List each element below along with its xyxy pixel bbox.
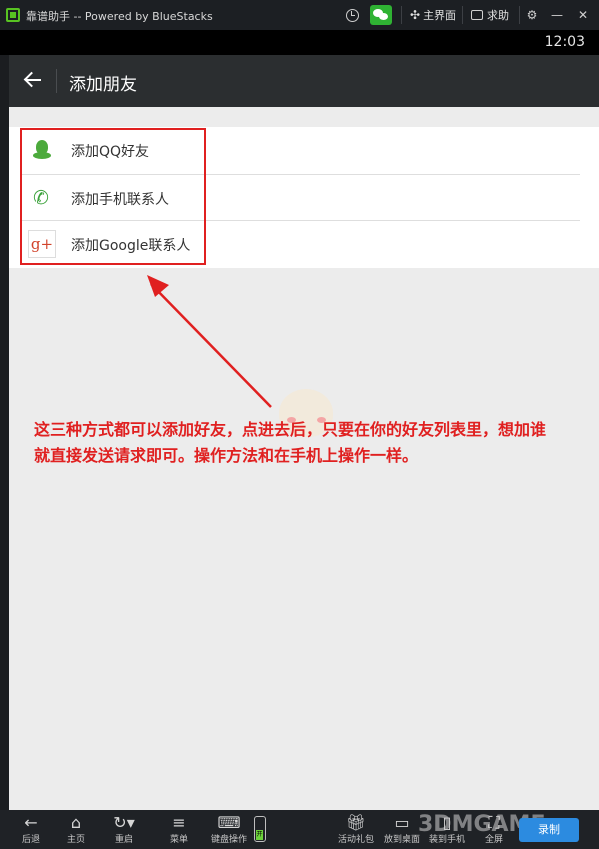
status-time: 12:03 bbox=[544, 34, 585, 50]
home-screen-button[interactable]: ✣ 主界面 bbox=[410, 0, 456, 30]
home-screen-label: 主界面 bbox=[423, 9, 457, 22]
window-title: 靠谱助手 -- Powered by BlueStacks bbox=[26, 10, 213, 23]
clock-icon bbox=[346, 8, 359, 22]
back-arrow-icon[interactable] bbox=[23, 69, 45, 91]
history-button[interactable] bbox=[346, 0, 359, 30]
app-logo-icon bbox=[6, 8, 20, 22]
nav-back-button[interactable]: ← 后退 bbox=[8, 812, 54, 846]
action-bar-divider bbox=[56, 69, 57, 93]
back-arrow-icon: ← bbox=[24, 813, 38, 832]
annotation-text: 这三种方式都可以添加好友，点进去后，只要在你的好友列表里，想加谁就直接发送请求即… bbox=[34, 420, 547, 465]
toggle-on-label: 开 bbox=[256, 830, 263, 840]
window-title-bar: 靠谱助手 -- Powered by BlueStacks ✣ 主界面 求助 ⚙… bbox=[0, 0, 599, 30]
close-icon: ✕ bbox=[577, 8, 589, 22]
close-button[interactable]: ✕ bbox=[576, 0, 590, 30]
minimize-icon: — bbox=[551, 8, 563, 22]
nav-restart-button[interactable]: ↻▾ 重启 bbox=[101, 812, 147, 846]
wechat-button[interactable] bbox=[370, 0, 392, 30]
gear-icon: ⚙ bbox=[526, 8, 538, 22]
title-separator bbox=[462, 6, 463, 24]
gift-icon: 🎁︎ bbox=[345, 813, 367, 832]
keyboard-icon: ⌨ bbox=[217, 813, 241, 832]
record-button[interactable]: 录制 bbox=[519, 818, 579, 842]
page-title: 添加朋友 bbox=[69, 75, 137, 95]
action-bar: 添加朋友 bbox=[9, 55, 599, 107]
nav-menu-button[interactable]: ≡ 菜单 bbox=[156, 812, 202, 846]
home-icon: ✣ bbox=[410, 8, 421, 22]
help-button[interactable]: 求助 bbox=[471, 0, 509, 30]
main-content: 添加QQ好友 ✆ 添加手机联系人 g+ 添加Google联系人 这三种方式都可以… bbox=[9, 107, 599, 810]
restart-icon: ↻▾ bbox=[113, 813, 135, 832]
wechat-icon bbox=[370, 5, 392, 25]
help-label: 求助 bbox=[487, 9, 509, 22]
nav-keyboard-button[interactable]: ⌨ 键盘操作 bbox=[206, 812, 252, 846]
nav-gift-button[interactable]: 🎁︎ 活动礼包 bbox=[333, 812, 379, 846]
menu-icon: ≡ bbox=[172, 813, 186, 832]
nav-home-button[interactable]: ⌂ 主页 bbox=[53, 812, 99, 846]
home-icon: ⌂ bbox=[70, 813, 82, 832]
title-separator bbox=[519, 6, 520, 24]
settings-button[interactable]: ⚙ bbox=[525, 0, 539, 30]
title-separator bbox=[401, 6, 402, 24]
minimize-button[interactable]: — bbox=[550, 0, 564, 30]
android-status-bar: 12:03 bbox=[0, 30, 599, 55]
help-icon bbox=[471, 10, 483, 20]
keyboard-toggle[interactable]: 开 bbox=[254, 816, 266, 842]
